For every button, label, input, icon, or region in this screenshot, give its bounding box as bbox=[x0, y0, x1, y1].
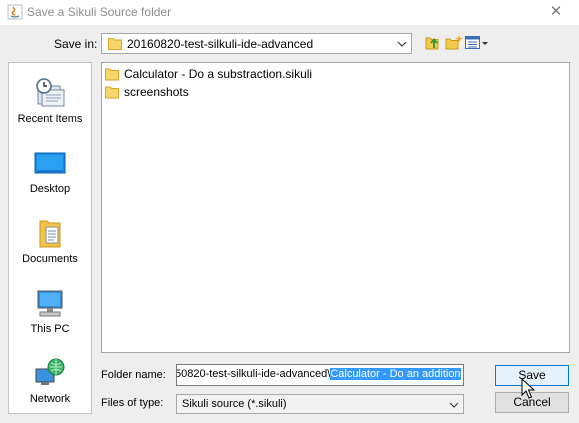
files-of-type-label: Files of type: bbox=[101, 397, 164, 409]
folder-name-prefix: 50820-test-silkuli-ide-advanced\ bbox=[176, 368, 331, 380]
folder-icon bbox=[105, 68, 119, 81]
place-label: Desktop bbox=[29, 183, 71, 195]
files-of-type-combo[interactable]: Sikuli source (*.sikuli) bbox=[176, 394, 464, 414]
place-this-pc[interactable]: This PC bbox=[9, 287, 91, 353]
place-label: Network bbox=[29, 393, 71, 405]
up-one-level-icon[interactable] bbox=[423, 34, 443, 52]
save-in-combo[interactable]: 20160820-test-silkuli-ide-advanced bbox=[101, 33, 412, 54]
folder-icon bbox=[108, 38, 122, 50]
mouse-cursor-icon bbox=[521, 378, 535, 399]
file-name: Calculator - Do a substraction.sikuli bbox=[124, 67, 313, 81]
place-label: Documents bbox=[22, 253, 78, 265]
folder-name-input[interactable]: 50820-test-silkuli-ide-advanced\Calculat… bbox=[176, 364, 464, 386]
recent-items-icon bbox=[36, 78, 65, 107]
folder-name-value: 50820-test-silkuli-ide-advanced\Calculat… bbox=[176, 368, 461, 380]
window-title: Save a Sikuli Source folder bbox=[27, 5, 172, 19]
folder-name-label: Folder name: bbox=[101, 369, 166, 381]
save-in-value: 20160820-test-silkuli-ide-advanced bbox=[127, 37, 314, 51]
title-bar: Save a Sikuli Source folder ✕ bbox=[0, 0, 579, 25]
desktop-icon bbox=[34, 152, 66, 174]
view-menu-icon[interactable] bbox=[464, 34, 490, 52]
file-list[interactable]: Calculator - Do a substraction.sikuli sc… bbox=[101, 62, 570, 353]
network-icon bbox=[35, 358, 65, 385]
documents-icon bbox=[39, 220, 61, 248]
place-label: This PC bbox=[30, 323, 70, 335]
folder-name-selection: Calculator - Do an addition bbox=[330, 368, 461, 380]
chevron-down-icon[interactable] bbox=[393, 34, 411, 53]
place-network[interactable]: Network bbox=[9, 357, 91, 423]
this-pc-icon bbox=[37, 290, 63, 317]
places-bar: Recent Items Desktop Documents This PC N… bbox=[8, 62, 92, 414]
place-desktop[interactable]: Desktop bbox=[9, 147, 91, 213]
place-label: Recent Items bbox=[17, 113, 83, 125]
save-in-label: Save in: bbox=[54, 37, 98, 51]
file-name: screenshots bbox=[124, 85, 189, 99]
folder-icon bbox=[105, 86, 119, 99]
new-folder-icon[interactable] bbox=[444, 34, 464, 52]
java-app-icon bbox=[7, 4, 23, 20]
close-icon[interactable]: ✕ bbox=[548, 4, 564, 20]
chevron-down-icon[interactable] bbox=[445, 395, 463, 414]
place-recent-items[interactable]: Recent Items bbox=[9, 77, 91, 143]
place-documents[interactable]: Documents bbox=[9, 217, 91, 283]
files-of-type-value: Sikuli source (*.sikuli) bbox=[182, 398, 287, 410]
dialog-body: Save in: 20160820-test-silkuli-ide-advan… bbox=[0, 25, 579, 423]
